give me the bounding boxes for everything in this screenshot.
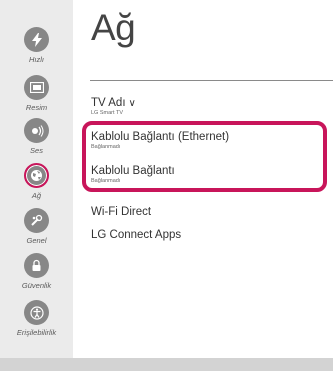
- menu-item-tv-name[interactable]: TV Adı ∨ LG Smart TV: [91, 97, 136, 117]
- sidebar: Hızlı Resim Ses Ağ Genel Güvenlik Erişil…: [0, 0, 73, 358]
- sidebar-item-guvenlik[interactable]: Güvenlik: [0, 253, 73, 290]
- sidebar-item-label: Hızlı: [29, 55, 44, 64]
- sidebar-item-label: Ses: [30, 146, 43, 155]
- bottom-bar: [0, 358, 333, 371]
- highlight-frame: [82, 121, 327, 192]
- page-title: Ağ: [91, 7, 136, 48]
- accessibility-icon: [24, 300, 49, 325]
- sidebar-item-ses[interactable]: Ses: [0, 118, 73, 155]
- sidebar-item-resim[interactable]: Resim: [0, 75, 73, 112]
- sidebar-item-label: Ağ: [31, 191, 42, 200]
- menu-item-lg-connect-apps[interactable]: LG Connect Apps: [91, 229, 181, 242]
- menu-item-sub: LG Smart TV: [91, 110, 123, 116]
- globe-icon: [24, 163, 49, 188]
- menu-item-label: LG Connect Apps: [91, 229, 182, 241]
- title-divider: [90, 80, 333, 81]
- sidebar-item-label: Güvenlik: [21, 281, 52, 290]
- chevron-down-icon: ∨: [128, 98, 136, 109]
- sidebar-item-label: Genel: [26, 236, 47, 245]
- menu-item-wifi-direct[interactable]: Wi-Fi Direct: [91, 206, 151, 219]
- sidebar-item-label: Resim: [25, 103, 48, 112]
- sidebar-item-erisilebilirlik[interactable]: Erişilebilirlik: [0, 300, 73, 337]
- menu-item-label: TV Adı: [91, 97, 126, 109]
- sidebar-item-label: Erişilebilirlik: [16, 328, 57, 337]
- speaker-icon: [24, 118, 49, 143]
- menu-item-label: Wi-Fi Direct: [91, 206, 152, 218]
- general-settings-icon: [24, 208, 49, 233]
- sidebar-item-genel[interactable]: Genel: [0, 208, 73, 245]
- lock-icon: [24, 253, 49, 278]
- sidebar-item-ag[interactable]: Ağ: [0, 163, 73, 200]
- sidebar-item-hizli[interactable]: Hızlı: [0, 27, 73, 64]
- picture-icon: [24, 75, 49, 100]
- lightning-icon: [24, 27, 49, 52]
